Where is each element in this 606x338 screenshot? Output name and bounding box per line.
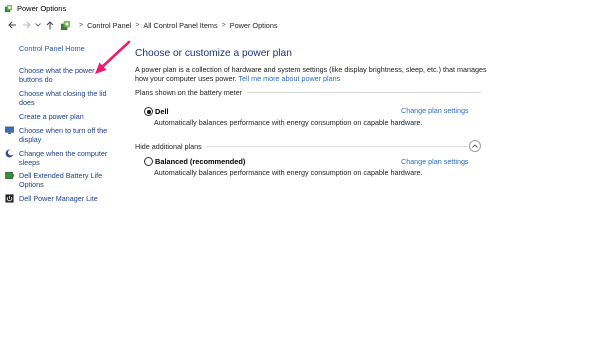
page-description: A power plan is a collection of hardware…	[135, 65, 495, 83]
plan-radio-balanced[interactable]	[144, 157, 153, 166]
plan-name-dell[interactable]: Dell	[155, 107, 169, 116]
group-divider	[247, 92, 481, 93]
battery-meter-group: Plans shown on the battery meter	[135, 88, 481, 97]
breadcrumb-control-panel[interactable]: Control Panel	[87, 21, 131, 30]
dell-battery-icon	[5, 172, 14, 179]
plan-description-balanced: Automatically balances performance with …	[154, 168, 423, 177]
sidebar-item-computer-sleeps[interactable]: Change when the computer sleeps	[19, 149, 115, 167]
plan-name-balanced[interactable]: Balanced (recommended)	[155, 157, 245, 166]
sidebar-item-power-buttons[interactable]: Choose what the power buttons do	[19, 66, 115, 84]
radio-selected-dot	[146, 109, 151, 114]
battery-meter-group-label: Plans shown on the battery meter	[135, 88, 243, 97]
additional-plans-label[interactable]: Hide additional plans	[135, 142, 207, 151]
chevron-down-icon[interactable]	[34, 19, 42, 31]
additional-plans-group: Hide additional plans	[135, 140, 481, 152]
sleep-moon-icon	[5, 149, 14, 158]
breadcrumb-separator: >	[135, 21, 140, 29]
dell-power-manager-icon	[5, 194, 14, 203]
change-plan-settings-balanced[interactable]: Change plan settings	[401, 157, 469, 166]
control-panel-icon	[60, 20, 71, 30]
address-bar: > Control Panel > All Control Panel Item…	[0, 17, 606, 33]
plan-description-dell: Automatically balances performance with …	[154, 118, 423, 127]
sidebar-item-create-plan[interactable]: Create a power plan	[19, 112, 115, 121]
sidebar-item-dell-power-manager[interactable]: Dell Power Manager Lite	[19, 194, 115, 203]
sidebar-item-turn-off-display[interactable]: Choose when to turn off the display	[19, 126, 115, 144]
back-arrow-icon[interactable]	[6, 19, 18, 31]
plan-radio-dell[interactable]	[144, 107, 153, 116]
chevron-up-circle-icon[interactable]	[469, 140, 481, 152]
control-panel-home-link[interactable]: Control Panel Home	[19, 44, 85, 53]
breadcrumb-separator: >	[221, 21, 226, 29]
change-plan-settings-dell[interactable]: Change plan settings	[401, 106, 469, 115]
window-title: Power Options	[17, 3, 67, 13]
learn-more-link[interactable]: Tell me more about power plans	[238, 74, 340, 83]
sidebar-item-dell-battery[interactable]: Dell Extended Battery Life Options	[19, 171, 115, 189]
up-arrow-icon[interactable]	[44, 19, 56, 31]
power-options-icon	[4, 4, 13, 12]
page-title: Choose or customize a power plan	[135, 48, 292, 59]
breadcrumb-all-items[interactable]: All Control Panel Items	[143, 21, 217, 30]
forward-arrow-icon[interactable]	[20, 19, 32, 31]
group-divider	[206, 145, 467, 147]
window-titlebar: Power Options	[0, 0, 606, 16]
display-shield-icon	[5, 126, 14, 135]
breadcrumb-separator: >	[79, 21, 84, 29]
breadcrumb-power-options[interactable]: Power Options	[230, 21, 278, 30]
sidebar-item-closing-lid[interactable]: Choose what closing the lid does	[19, 89, 115, 107]
